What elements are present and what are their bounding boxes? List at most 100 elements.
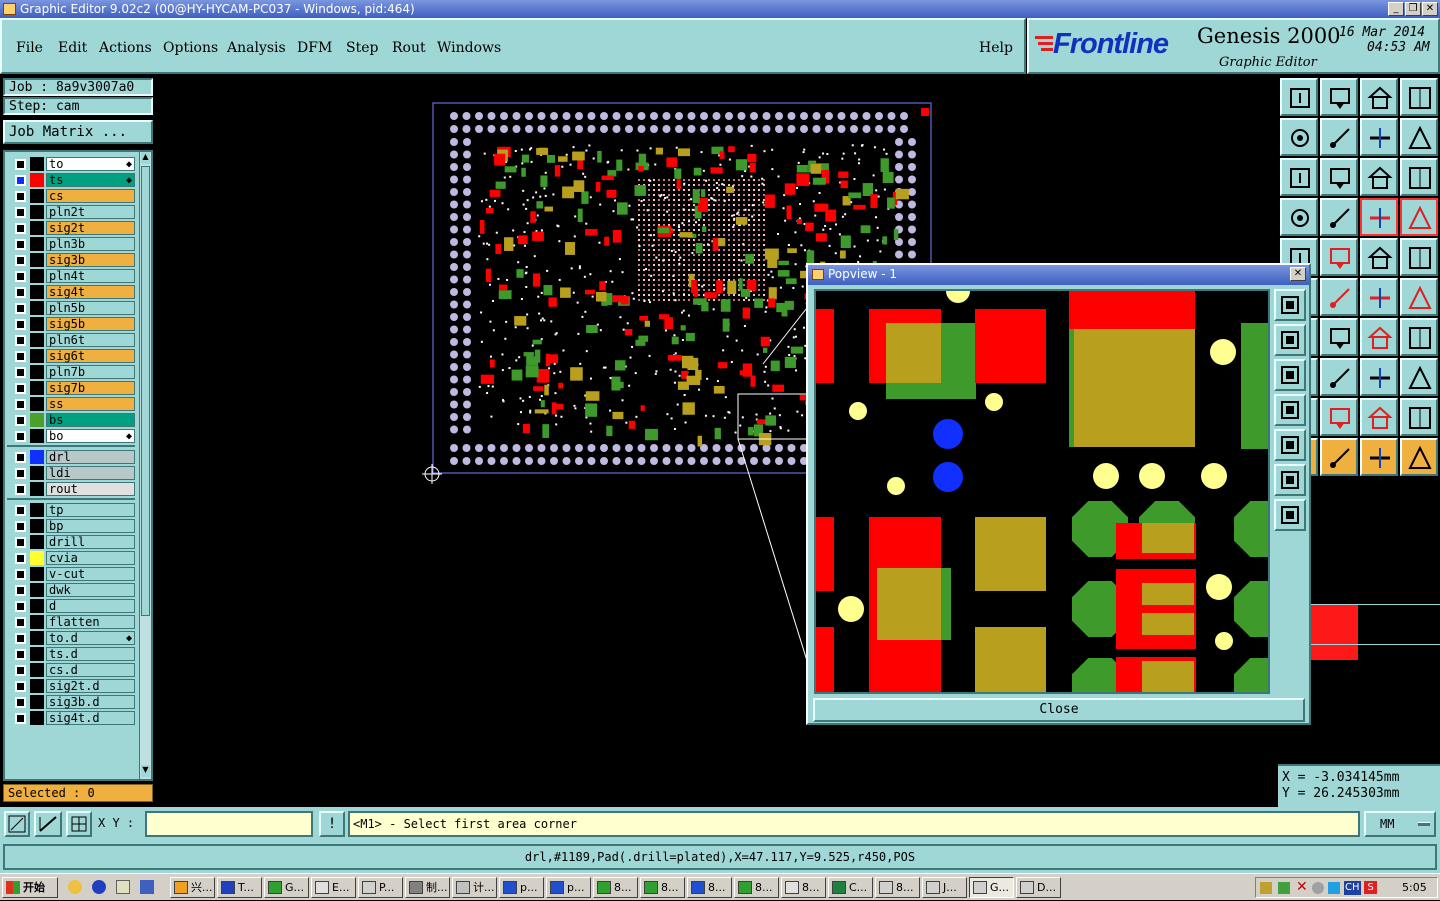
layer-color-swatch[interactable] (30, 599, 44, 613)
layer-row-cvia[interactable]: cvia (13, 550, 135, 566)
tray-icon-1[interactable] (1260, 882, 1272, 894)
tray-icon-2[interactable] (1278, 882, 1290, 894)
layer-checkbox[interactable] (15, 383, 26, 394)
layer-row-sig2t-d[interactable]: sig2t.d (13, 678, 135, 694)
layer-color-swatch[interactable] (30, 647, 44, 661)
layer-row-drl[interactable]: drl (13, 449, 135, 465)
copy-button[interactable] (1360, 358, 1398, 396)
layer-row-ss[interactable]: ss (13, 396, 135, 412)
layer-color-swatch[interactable] (30, 205, 44, 219)
route-button[interactable] (1360, 278, 1398, 316)
layer-row-ts-d[interactable]: ts.d (13, 646, 135, 662)
layer-color-swatch[interactable] (30, 519, 44, 533)
layer-name[interactable]: pln5b (46, 301, 135, 315)
grid-snap-button[interactable] (66, 811, 92, 837)
taskbar-item[interactable]: J... (922, 877, 967, 898)
layer-row-sig3b[interactable]: sig3b (13, 252, 135, 268)
layer-row-sig6t[interactable]: sig6t (13, 348, 135, 364)
netlist-button[interactable] (1400, 198, 1438, 236)
close-window-button[interactable]: ✕ (1422, 2, 1438, 16)
scroll-thumb[interactable] (141, 166, 150, 616)
layer-name[interactable]: to.d ◆ (46, 631, 135, 645)
layer-checkbox[interactable] (15, 468, 26, 479)
layer-color-swatch[interactable] (30, 567, 44, 581)
layer-name[interactable]: sig5b (46, 317, 135, 331)
layer-color-swatch[interactable] (30, 551, 44, 565)
minimize-button[interactable]: _ (1388, 2, 1404, 16)
layer-color-swatch[interactable] (30, 631, 44, 645)
layer-color-swatch[interactable] (30, 711, 44, 725)
maximize-button[interactable]: ❐ (1405, 2, 1421, 16)
pop-fit-button[interactable] (1274, 464, 1306, 496)
menu-options[interactable]: Options (163, 40, 218, 56)
layer-checkbox[interactable] (15, 505, 26, 516)
taskbar-item[interactable]: C... (828, 877, 873, 898)
layer-row-ts[interactable]: ts ◆ (13, 172, 135, 188)
layer-name[interactable]: ss (46, 397, 135, 411)
layer-color-swatch[interactable] (30, 317, 44, 331)
layer-checkbox[interactable] (15, 697, 26, 708)
layer-checkbox[interactable] (15, 271, 26, 282)
layer-name[interactable]: rout (46, 482, 135, 496)
menu-step[interactable]: Step (346, 40, 378, 56)
taskbar-item[interactable]: p... (546, 877, 591, 898)
taskbar-item[interactable]: E... (311, 877, 356, 898)
layer-checkbox[interactable] (15, 521, 26, 532)
layer-color-swatch[interactable] (30, 466, 44, 480)
ruler-button[interactable] (1360, 238, 1398, 276)
layer-name[interactable]: flatten (46, 615, 135, 629)
pop-refresh-button[interactable] (1274, 429, 1306, 461)
connect-button[interactable] (1320, 278, 1358, 316)
taskbar-item[interactable]: P... (358, 877, 403, 898)
layer-row-sig5b[interactable]: sig5b (13, 316, 135, 332)
layer-checkbox[interactable] (15, 351, 26, 362)
layer-checkbox[interactable] (15, 303, 26, 314)
layer-row-rout[interactable]: rout (13, 481, 135, 497)
layer-name[interactable]: pln3b (46, 237, 135, 251)
layer-checkbox[interactable] (15, 255, 26, 266)
menu-edit[interactable]: Edit (58, 40, 87, 56)
layer-row-sig3b-d[interactable]: sig3b.d (13, 694, 135, 710)
layer-checkbox[interactable] (15, 175, 26, 186)
ie-icon[interactable] (92, 880, 106, 894)
zoom-center-button[interactable] (1320, 158, 1358, 196)
menu-help[interactable]: Help (979, 40, 1013, 56)
info-button[interactable]: ! (319, 811, 345, 837)
layer-name[interactable]: ts.d (46, 647, 135, 661)
layer-row-to-d[interactable]: to.d ◆ (13, 630, 135, 646)
layer-checkbox[interactable] (15, 191, 26, 202)
layer-name[interactable]: sig2t.d (46, 679, 135, 693)
layer-color-swatch[interactable] (30, 285, 44, 299)
layer-checkbox[interactable] (15, 415, 26, 426)
job-matrix-button[interactable]: Job Matrix ... (3, 120, 153, 144)
select-group-button[interactable] (1360, 438, 1398, 476)
layer-checkbox[interactable] (15, 399, 26, 410)
menu-windows[interactable]: Windows (437, 40, 501, 56)
layer-color-swatch[interactable] (30, 381, 44, 395)
layer-checkbox[interactable] (15, 335, 26, 346)
align-button[interactable] (1360, 318, 1398, 356)
pad-shape-button[interactable] (1400, 238, 1438, 276)
menu-dfm[interactable]: DFM (297, 40, 332, 56)
pop-center-button[interactable] (1274, 499, 1306, 531)
layer-checkbox[interactable] (15, 207, 26, 218)
layer-checkbox[interactable] (15, 633, 26, 644)
layer-checkbox[interactable] (15, 537, 26, 548)
zoom-home-button[interactable] (1280, 158, 1318, 196)
layer-checkbox[interactable] (15, 601, 26, 612)
arc-button[interactable] (1320, 318, 1358, 356)
grid-display-button[interactable] (1320, 198, 1358, 236)
layer-color-swatch[interactable] (30, 237, 44, 251)
notepad-icon[interactable] (116, 880, 130, 894)
layer-checkbox[interactable] (15, 319, 26, 330)
triangle-3-button[interactable] (1360, 398, 1398, 436)
cursor-mode-button[interactable] (1400, 438, 1438, 476)
layer-name[interactable]: dwk (46, 583, 135, 597)
measure-button[interactable] (1320, 238, 1358, 276)
layer-stack-button[interactable] (1280, 198, 1318, 236)
layer-checkbox[interactable] (15, 239, 26, 250)
menu-actions[interactable]: Actions (99, 40, 152, 56)
tray-s-icon[interactable]: S (1364, 881, 1377, 894)
layer-row-sig4t-d[interactable]: sig4t.d (13, 710, 135, 726)
zoom-back-button[interactable] (1360, 118, 1398, 156)
